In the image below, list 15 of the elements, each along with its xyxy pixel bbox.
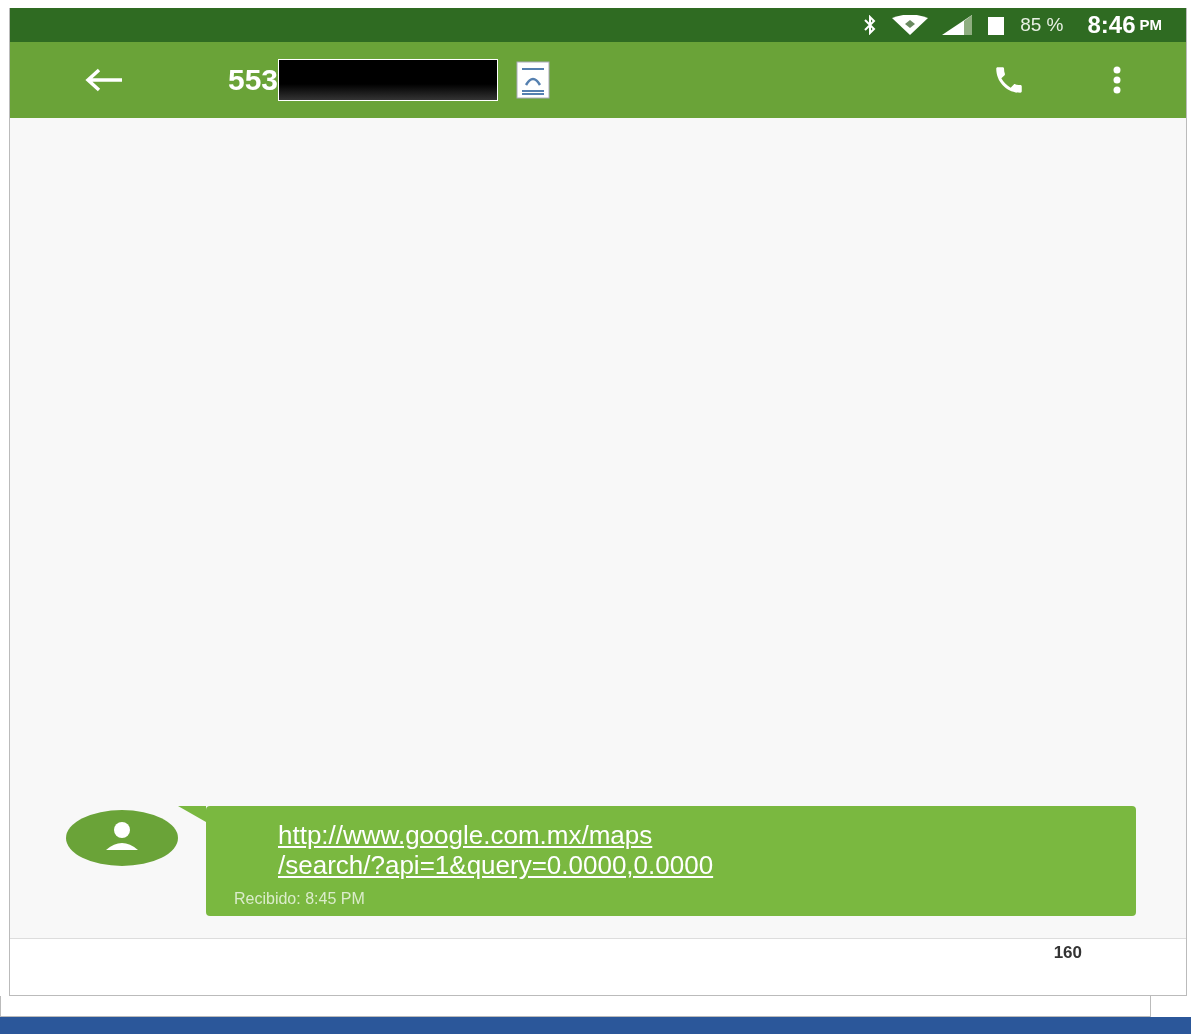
contact-number: 553 [228,63,279,97]
clock-suffix: PM [1139,16,1162,34]
signal-icon [942,15,973,35]
battery-percent: 85 % [1020,14,1064,36]
message-link[interactable]: http://www.google.com.mx/maps [278,820,653,851]
message-timestamp: Recibido: 8:45 PM [234,890,366,909]
back-arrow-icon [84,67,124,93]
character-counter: 160 [1053,943,1082,964]
avatar-icon [66,810,178,867]
clock-time: 8:46 [1087,11,1136,39]
more-vertical-icon [1112,66,1122,94]
battery-icon [986,15,1007,35]
document-icon [516,61,551,99]
wifi-icon [892,15,929,35]
message-link[interactable]: /search/?api=1&query=0.0000,0.0000 [278,850,714,881]
